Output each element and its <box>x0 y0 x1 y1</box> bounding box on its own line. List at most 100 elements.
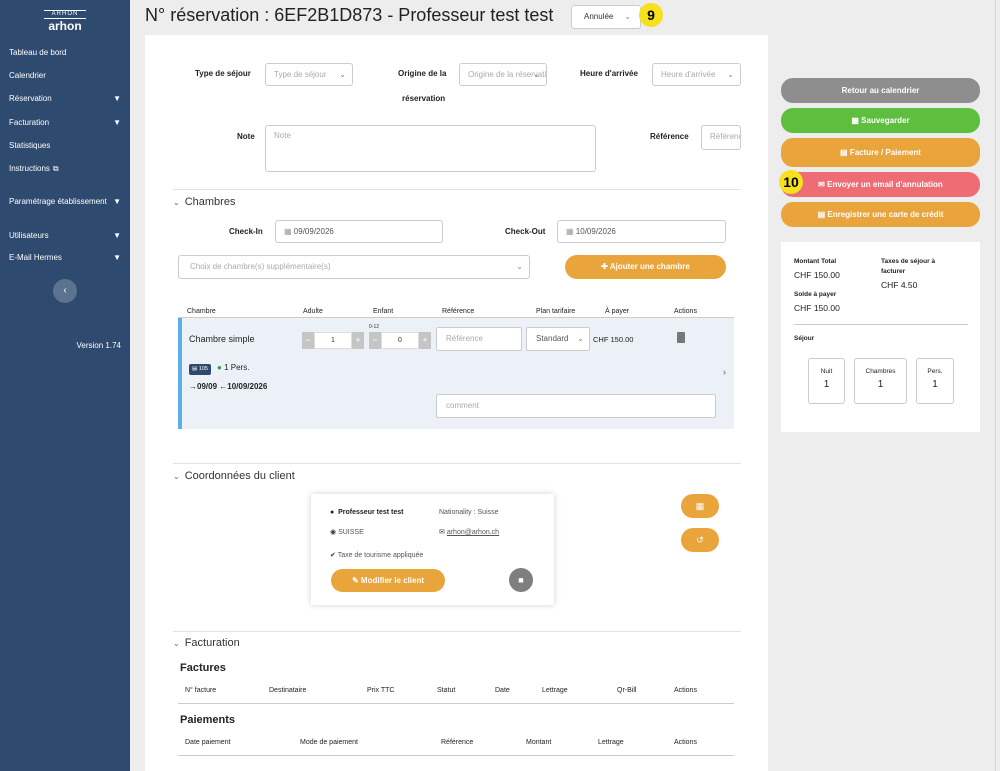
col-montant: Montant <box>526 739 552 746</box>
client-name-text: Professeur test test <box>338 509 404 516</box>
col-enfant: Enfant <box>373 308 394 315</box>
checkin-value: 09/09/2026 <box>293 227 334 236</box>
edit-icon: ✎ <box>351 576 359 585</box>
arrow-right-icon: → <box>189 382 197 391</box>
comment-input[interactable]: comment <box>436 394 716 418</box>
sidebar-item-calendrier[interactable]: Calendrier <box>9 69 121 83</box>
room-name: Chambre simple <box>189 334 255 344</box>
room-reference-placeholder: Référence <box>446 334 483 343</box>
sidebar-item-facturation[interactable]: Facturation ▼ <box>9 116 121 130</box>
client-history-button[interactable]: ↺ <box>681 528 719 552</box>
save-icon: ▦ <box>851 116 859 125</box>
add-room-button[interactable]: ✚ Ajouter une chambre <box>565 255 726 279</box>
col-reference: Référence <box>442 308 475 315</box>
extra-rooms-select[interactable]: Choix de chambre(s) supplémentaire(s) ⌄ <box>178 255 530 279</box>
sidebar-item-label: Facturation <box>9 118 50 127</box>
calendar-icon: ▦ <box>284 227 292 236</box>
logo-word: arhon <box>48 19 82 33</box>
envelope-icon: ✉ <box>818 180 825 189</box>
origine-select[interactable]: Origine de la réservation ⌄ <box>459 63 547 86</box>
bed-icon: ▤ <box>192 366 198 372</box>
rate-plan-select[interactable]: Standard ⌄ <box>526 327 590 351</box>
room-price: CHF 150.00 <box>593 335 634 344</box>
map-pin-icon: ◉ <box>330 529 337 536</box>
calendar-icon: ▦ <box>566 227 574 236</box>
checkout-input[interactable]: ▦ 10/09/2026 <box>557 220 726 243</box>
history-icon: ↺ <box>696 535 704 545</box>
sidebar-item-tableau-de-bord[interactable]: Tableau de bord <box>9 46 121 60</box>
status-select[interactable]: Annulée ⌄ <box>571 5 641 29</box>
sidebar-item-statistiques[interactable]: Statistiques <box>9 139 121 153</box>
divider <box>173 631 741 632</box>
document-icon[interactable] <box>677 332 685 343</box>
sidebar-item-utilisateurs[interactable]: Utilisateurs ▼ <box>9 229 121 243</box>
minus-button[interactable]: − <box>369 332 381 349</box>
client-document-button[interactable]: ▦ <box>681 494 719 518</box>
save-label: Sauvegarder <box>861 116 910 125</box>
step-badge: 10 <box>779 170 803 194</box>
plus-button[interactable]: + <box>419 332 431 349</box>
chambres-section-toggle[interactable]: ⌄ Chambres <box>173 196 235 208</box>
delete-client-button[interactable]: ■ <box>509 568 533 592</box>
chevron-down-icon: ⌄ <box>533 70 540 79</box>
total-label: Montant Total <box>794 258 837 265</box>
summary-panel: Montant Total CHF 150.00 Taxes de séjour… <box>781 242 980 432</box>
col-actions: Actions <box>674 687 697 694</box>
factures-title: Factures <box>180 662 226 674</box>
rooms-value: 1 <box>877 379 884 390</box>
client-country: ◉ SUISSE <box>330 528 364 536</box>
note-textarea[interactable]: Note <box>265 125 596 172</box>
sidebar-item-email-hermes[interactable]: E-Mail Hermes ▼ <box>9 251 121 265</box>
facturation-section-toggle[interactable]: ⌄ Facturation <box>173 637 240 649</box>
children-stepper[interactable]: − 0 + <box>369 332 431 349</box>
col-facture-number: N° facture <box>185 687 217 694</box>
sidebar-item-parametrage[interactable]: Paramétrage établissement ▼ <box>9 195 121 209</box>
document-icon: ▦ <box>695 501 705 511</box>
nights-box: Nuit 1 <box>808 358 845 404</box>
plus-button[interactable]: + <box>352 332 364 349</box>
col-actions-paiement: Actions <box>674 739 697 746</box>
back-to-calendar-button[interactable]: Retour au calendrier <box>781 78 980 103</box>
sidebar-item-label: Réservation <box>9 94 52 103</box>
total-value: CHF 150.00 <box>794 270 840 280</box>
sidebar-item-reservation[interactable]: Réservation ▼ <box>9 92 121 106</box>
chevron-down-icon: ⌄ <box>173 472 180 481</box>
sidebar-item-label: E-Mail Hermes <box>9 253 62 262</box>
collapse-sidebar-button[interactable]: ‹ <box>53 279 77 303</box>
reference-input[interactable]: Référence <box>701 125 741 150</box>
adults-stepper[interactable]: − 1 + <box>302 332 364 349</box>
col-date-paiement: Date paiement <box>185 739 231 746</box>
type-sejour-select[interactable]: Type de séjour ⌄ <box>265 63 353 86</box>
stay-end: 10/09/2026 <box>227 382 268 391</box>
chevron-down-icon: ▼ <box>113 197 121 206</box>
nights-label: Nuit <box>820 368 833 375</box>
tax-label-line2: facturer <box>881 268 906 275</box>
edit-client-button[interactable]: ✎ Modifier le client <box>331 569 445 592</box>
divider <box>178 703 734 704</box>
client-title: Coordonnées du client <box>184 470 295 482</box>
send-cancellation-email-button[interactable]: ✉ Envoyer un email d'annulation <box>781 172 980 197</box>
version-label: Version 1.74 <box>76 341 121 350</box>
chambres-title: Chambres <box>184 196 236 208</box>
external-link-icon: ⧉ <box>52 164 59 173</box>
register-credit-card-button[interactable]: ▤ Enregistrer une carte de crédit <box>781 202 980 227</box>
client-section-toggle[interactable]: ⌄ Coordonnées du client <box>173 470 295 482</box>
client-email[interactable]: ✉ arhon@arhon.ch <box>439 528 499 536</box>
scrollbar[interactable] <box>995 0 996 771</box>
children-value[interactable]: 0 <box>381 332 419 349</box>
sidebar-item-instructions[interactable]: Instructions ⧉ <box>9 162 121 176</box>
chevron-right-icon[interactable]: › <box>723 367 726 377</box>
check-circle-icon: ✔ <box>330 552 336 559</box>
stay-start: 09/09 <box>197 382 218 391</box>
checkin-input[interactable]: ▦ 09/09/2026 <box>275 220 443 243</box>
invoice-payment-button[interactable]: ▤ Facture / Paiement <box>781 138 980 167</box>
invoice-icon: ▤ <box>840 148 848 157</box>
logo[interactable]: ARHON arhon <box>44 10 86 33</box>
room-number-badge: ▤ 105 <box>189 364 211 375</box>
room-reference-input[interactable]: Référence <box>436 327 522 351</box>
save-button[interactable]: ▦ Sauvegarder <box>781 108 980 133</box>
heure-select[interactable]: Heure d'arrivée ⌄ <box>652 63 741 86</box>
minus-button[interactable]: − <box>302 332 314 349</box>
table-row: Chambre simple − 1 + 0-12 − 0 + Référenc… <box>178 318 734 429</box>
adults-value[interactable]: 1 <box>314 332 352 349</box>
